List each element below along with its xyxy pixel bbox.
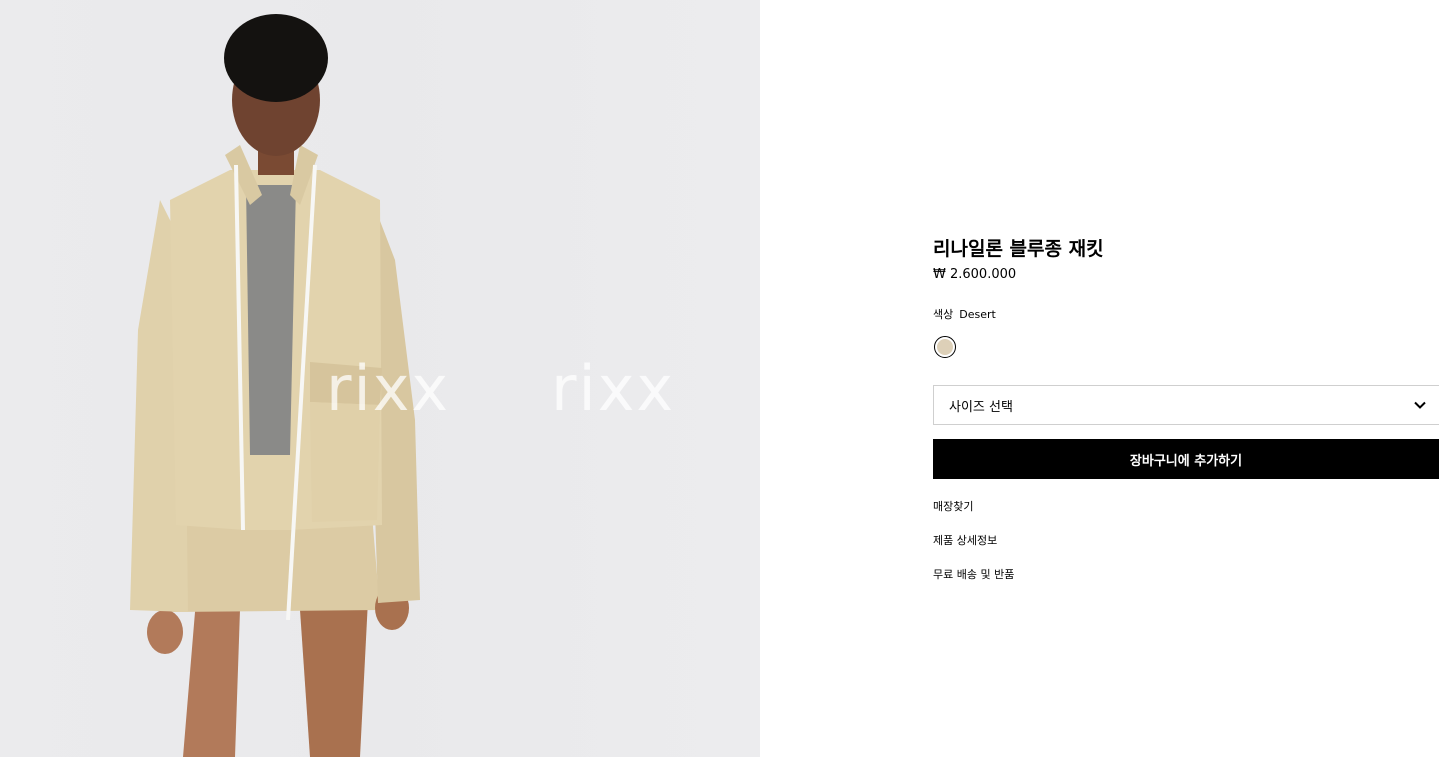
watermark: rixx [551,352,676,425]
color-row: 색상 Desert [933,306,996,322]
watermark: rixx [326,352,451,425]
product-details-link[interactable]: 제품 상세정보 [933,532,997,548]
size-select-label: 사이즈 선택 [949,399,1013,415]
color-value: Desert [959,308,996,321]
color-label: 색상 [933,308,954,321]
swatch-fill [937,339,953,355]
chevron-down-icon [1414,401,1426,409]
product-price: ₩ 2.600.000 [933,267,1017,282]
color-swatch-desert[interactable] [934,336,956,358]
store-locator-link[interactable]: 매장찾기 [933,498,973,514]
shipping-returns-link[interactable]: 무료 배송 및 반품 [933,566,1014,582]
size-select-dropdown[interactable]: 사이즈 선택 [933,385,1439,425]
product-info-panel: 리나일론 블루종 재킷 ₩ 2.600.000 색상 Desert 사이즈 선택 … [933,0,1439,757]
product-title: 리나일론 블루종 재킷 [933,238,1104,260]
add-to-cart-button[interactable]: 장바구니에 추가하기 [933,439,1439,479]
product-image: rixx rixx [0,0,760,757]
